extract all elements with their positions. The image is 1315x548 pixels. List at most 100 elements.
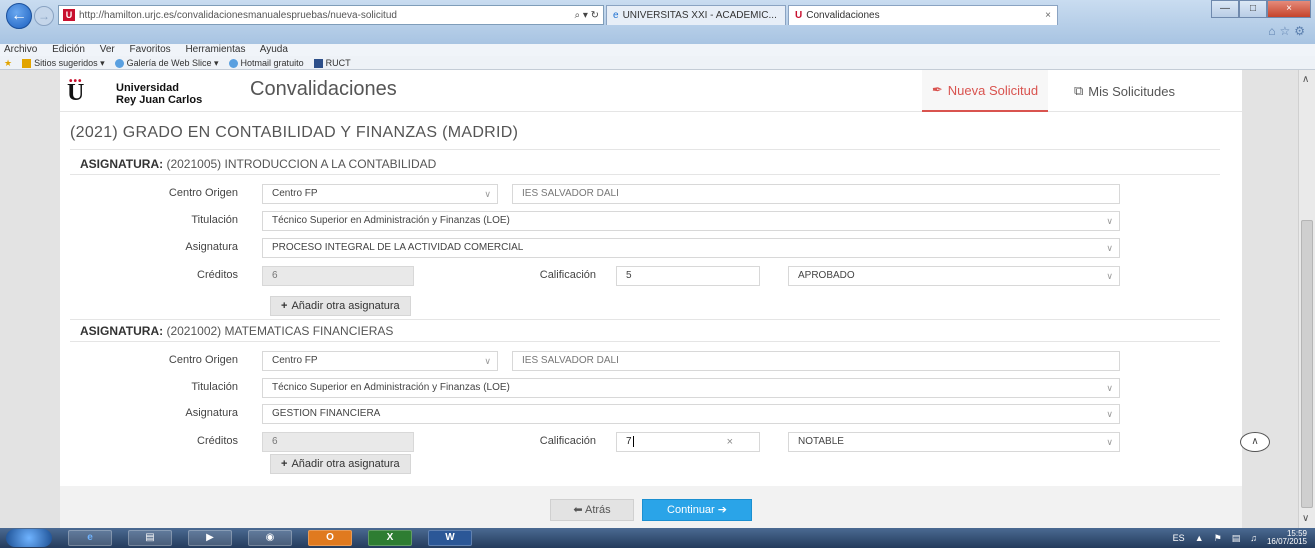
menu-bar: Archivo Edición Ver Favoritos Herramient… (0, 44, 1315, 56)
browser-titlebar: ← → U http://hamilton.urjc.es/convalidac… (0, 0, 1315, 44)
label-asignatura: Asignatura (185, 241, 238, 253)
select-value: Técnico Superior en Administración y Fin… (272, 382, 510, 393)
start-button-icon[interactable] (6, 529, 52, 547)
chevron-down-icon: ∨ (1106, 409, 1113, 419)
menu-ver[interactable]: Ver (100, 44, 115, 55)
fav-webslice[interactable]: Galería de Web Slice ▾ (114, 56, 219, 70)
back-button[interactable]: ⬅ Atrás (550, 499, 634, 521)
pencil-icon: ✒ (931, 82, 943, 97)
menu-archivo[interactable]: Archivo (4, 44, 37, 55)
divider (70, 149, 1220, 150)
select-value: Centro FP (272, 188, 318, 199)
nav-mis-solicitudes[interactable]: ⧉ Mis Solicitudes (1074, 70, 1175, 112)
fav-ruct[interactable]: RUCT (313, 56, 351, 70)
media-player-icon[interactable]: ▶ (188, 530, 232, 546)
clear-icon[interactable]: × (727, 433, 733, 451)
text-caret (632, 435, 634, 447)
flag-icon[interactable]: ⚑ (1214, 533, 1222, 544)
select-value: APROBADO (798, 270, 855, 281)
menu-herramientas[interactable]: Herramientas (185, 44, 245, 55)
fav-sitios[interactable]: Sitios sugeridos ▾ (22, 56, 105, 70)
back-arrow-icon[interactable]: ← (6, 3, 32, 29)
nav-label: Mis Solicitudes (1088, 83, 1175, 99)
language-indicator[interactable]: ES (1173, 533, 1185, 543)
tab-universitas[interactable]: e UNIVERSITAS XXI - ACADEMIC... (606, 5, 786, 25)
system-tray: ES ▲ ⚑ ▤ ♫ 15:59 16/07/2015 (1173, 530, 1307, 546)
centro-origen-select-2[interactable]: Centro FP ∨ (262, 351, 498, 371)
ie-taskbar-icon[interactable]: e (68, 530, 112, 546)
tray-arrow-icon[interactable]: ▲ (1195, 533, 1204, 543)
scrollbar-thumb[interactable] (1301, 220, 1313, 508)
ie-icon: e (613, 10, 619, 21)
fav-hotmail[interactable]: Hotmail gratuito (228, 56, 304, 70)
label-creditos: Créditos (197, 269, 238, 281)
clock[interactable]: 15:59 16/07/2015 (1267, 530, 1307, 546)
office-icon[interactable]: O (308, 530, 352, 546)
titulacion-select[interactable]: Técnico Superior en Administración y Fin… (262, 211, 1120, 231)
volume-icon[interactable]: ♫ (1250, 533, 1257, 543)
select-value: NOTABLE (798, 436, 844, 447)
label-titulacion: Titulación (191, 214, 238, 226)
divider (70, 341, 1220, 342)
address-url[interactable]: http://hamilton.urjc.es/convalidacionesm… (79, 10, 397, 21)
asignatura-select[interactable]: PROCESO INTEGRAL DE LA ACTIVIDAD COMERCI… (262, 238, 1120, 258)
close-tab-icon[interactable]: × (1045, 10, 1051, 21)
browser-tools-icons[interactable]: ⌂☆⚙ (1268, 24, 1309, 38)
select-value: GESTION FINANCIERA (272, 408, 381, 419)
label-titulacion: Titulación (191, 381, 238, 393)
field-value: 6 (272, 270, 278, 281)
university-line2: Rey Juan Carlos (116, 94, 203, 106)
continue-button[interactable]: Continuar ➔ (642, 499, 752, 521)
scroll-down-icon[interactable]: ∨ (1302, 513, 1309, 524)
add-subject-button-2[interactable]: + Añadir otra asignatura (270, 454, 411, 474)
address-tools[interactable]: ⌕ ▾ ↻ (574, 10, 603, 21)
sitios-icon (22, 58, 32, 68)
subject-1-title: ASIGNATURA: (2021005) INTRODUCCION A LA … (80, 157, 436, 171)
forward-arrow-icon[interactable]: → (34, 6, 54, 26)
word-icon[interactable]: W (428, 530, 472, 546)
hotmail-icon (228, 58, 238, 68)
scroll-up-icon[interactable]: ∧ (1302, 74, 1309, 85)
minimize-icon[interactable]: — (1211, 0, 1239, 18)
calificacion-input[interactable]: 5 (616, 266, 760, 286)
calificacion-input-2[interactable]: 7 × (616, 432, 760, 452)
windows-taskbar: e ▤ ▶ ◉ O X W ES ▲ ⚑ ▤ ♫ 15:59 16/07/201… (0, 528, 1315, 548)
calificacion-texto-select[interactable]: APROBADO ∨ (788, 266, 1120, 286)
nav-label: Nueva Solicitud (947, 82, 1039, 98)
nav-nueva-solicitud[interactable]: ✒ Nueva Solicitud (922, 70, 1048, 112)
network-icon[interactable]: ▤ (1232, 533, 1241, 544)
titulacion-select-2[interactable]: Técnico Superior en Administración y Fin… (262, 378, 1120, 398)
address-bar[interactable]: U http://hamilton.urjc.es/convalidacione… (58, 5, 604, 25)
field-value: 5 (626, 270, 632, 281)
label-calificacion: Calificación (539, 269, 596, 281)
centro-nombre-field-2[interactable]: IES SALVADOR DALI (512, 351, 1120, 371)
divider (70, 319, 1220, 320)
chrome-icon[interactable]: ◉ (248, 530, 292, 546)
centro-origen-select[interactable]: Centro FP ∨ (262, 184, 498, 204)
menu-ayuda[interactable]: Ayuda (260, 44, 288, 55)
calificacion-texto-select-2[interactable]: NOTABLE ∨ (788, 432, 1120, 452)
select-value: Técnico Superior en Administración y Fin… (272, 215, 510, 226)
urjc-favicon-icon: U (63, 9, 75, 21)
chevron-down-icon: ∨ (1106, 243, 1113, 253)
page-scrollbar[interactable]: ∧ ∨ (1298, 70, 1315, 528)
scroll-to-top-icon[interactable]: ∧ (1240, 432, 1270, 452)
ruct-icon (313, 58, 323, 68)
explorer-folder-icon[interactable]: ▤ (128, 530, 172, 546)
tab-convalidaciones[interactable]: U Convalidaciones × (788, 5, 1058, 25)
asignatura-select-2[interactable]: GESTION FINANCIERA ∨ (262, 404, 1120, 424)
menu-favoritos[interactable]: Favoritos (130, 44, 171, 55)
excel-icon[interactable]: X (368, 530, 412, 546)
centro-nombre-field[interactable]: IES SALVADOR DALI (512, 184, 1120, 204)
add-subject-button-1[interactable]: + Añadir otra asignatura (270, 296, 411, 316)
university-line1: Universidad (116, 82, 179, 94)
urjc-logo-icon[interactable]: ••• U (66, 76, 88, 105)
creditos-field: 6 (262, 266, 414, 286)
fav-label: RUCT (325, 57, 351, 68)
window-controls: — □ × (1211, 0, 1311, 18)
favorites-star-icon[interactable]: ★ (4, 56, 12, 70)
maximize-icon[interactable]: □ (1239, 0, 1267, 18)
close-window-icon[interactable]: × (1267, 0, 1311, 18)
menu-edicion[interactable]: Edición (52, 44, 85, 55)
select-value: Centro FP (272, 355, 318, 366)
